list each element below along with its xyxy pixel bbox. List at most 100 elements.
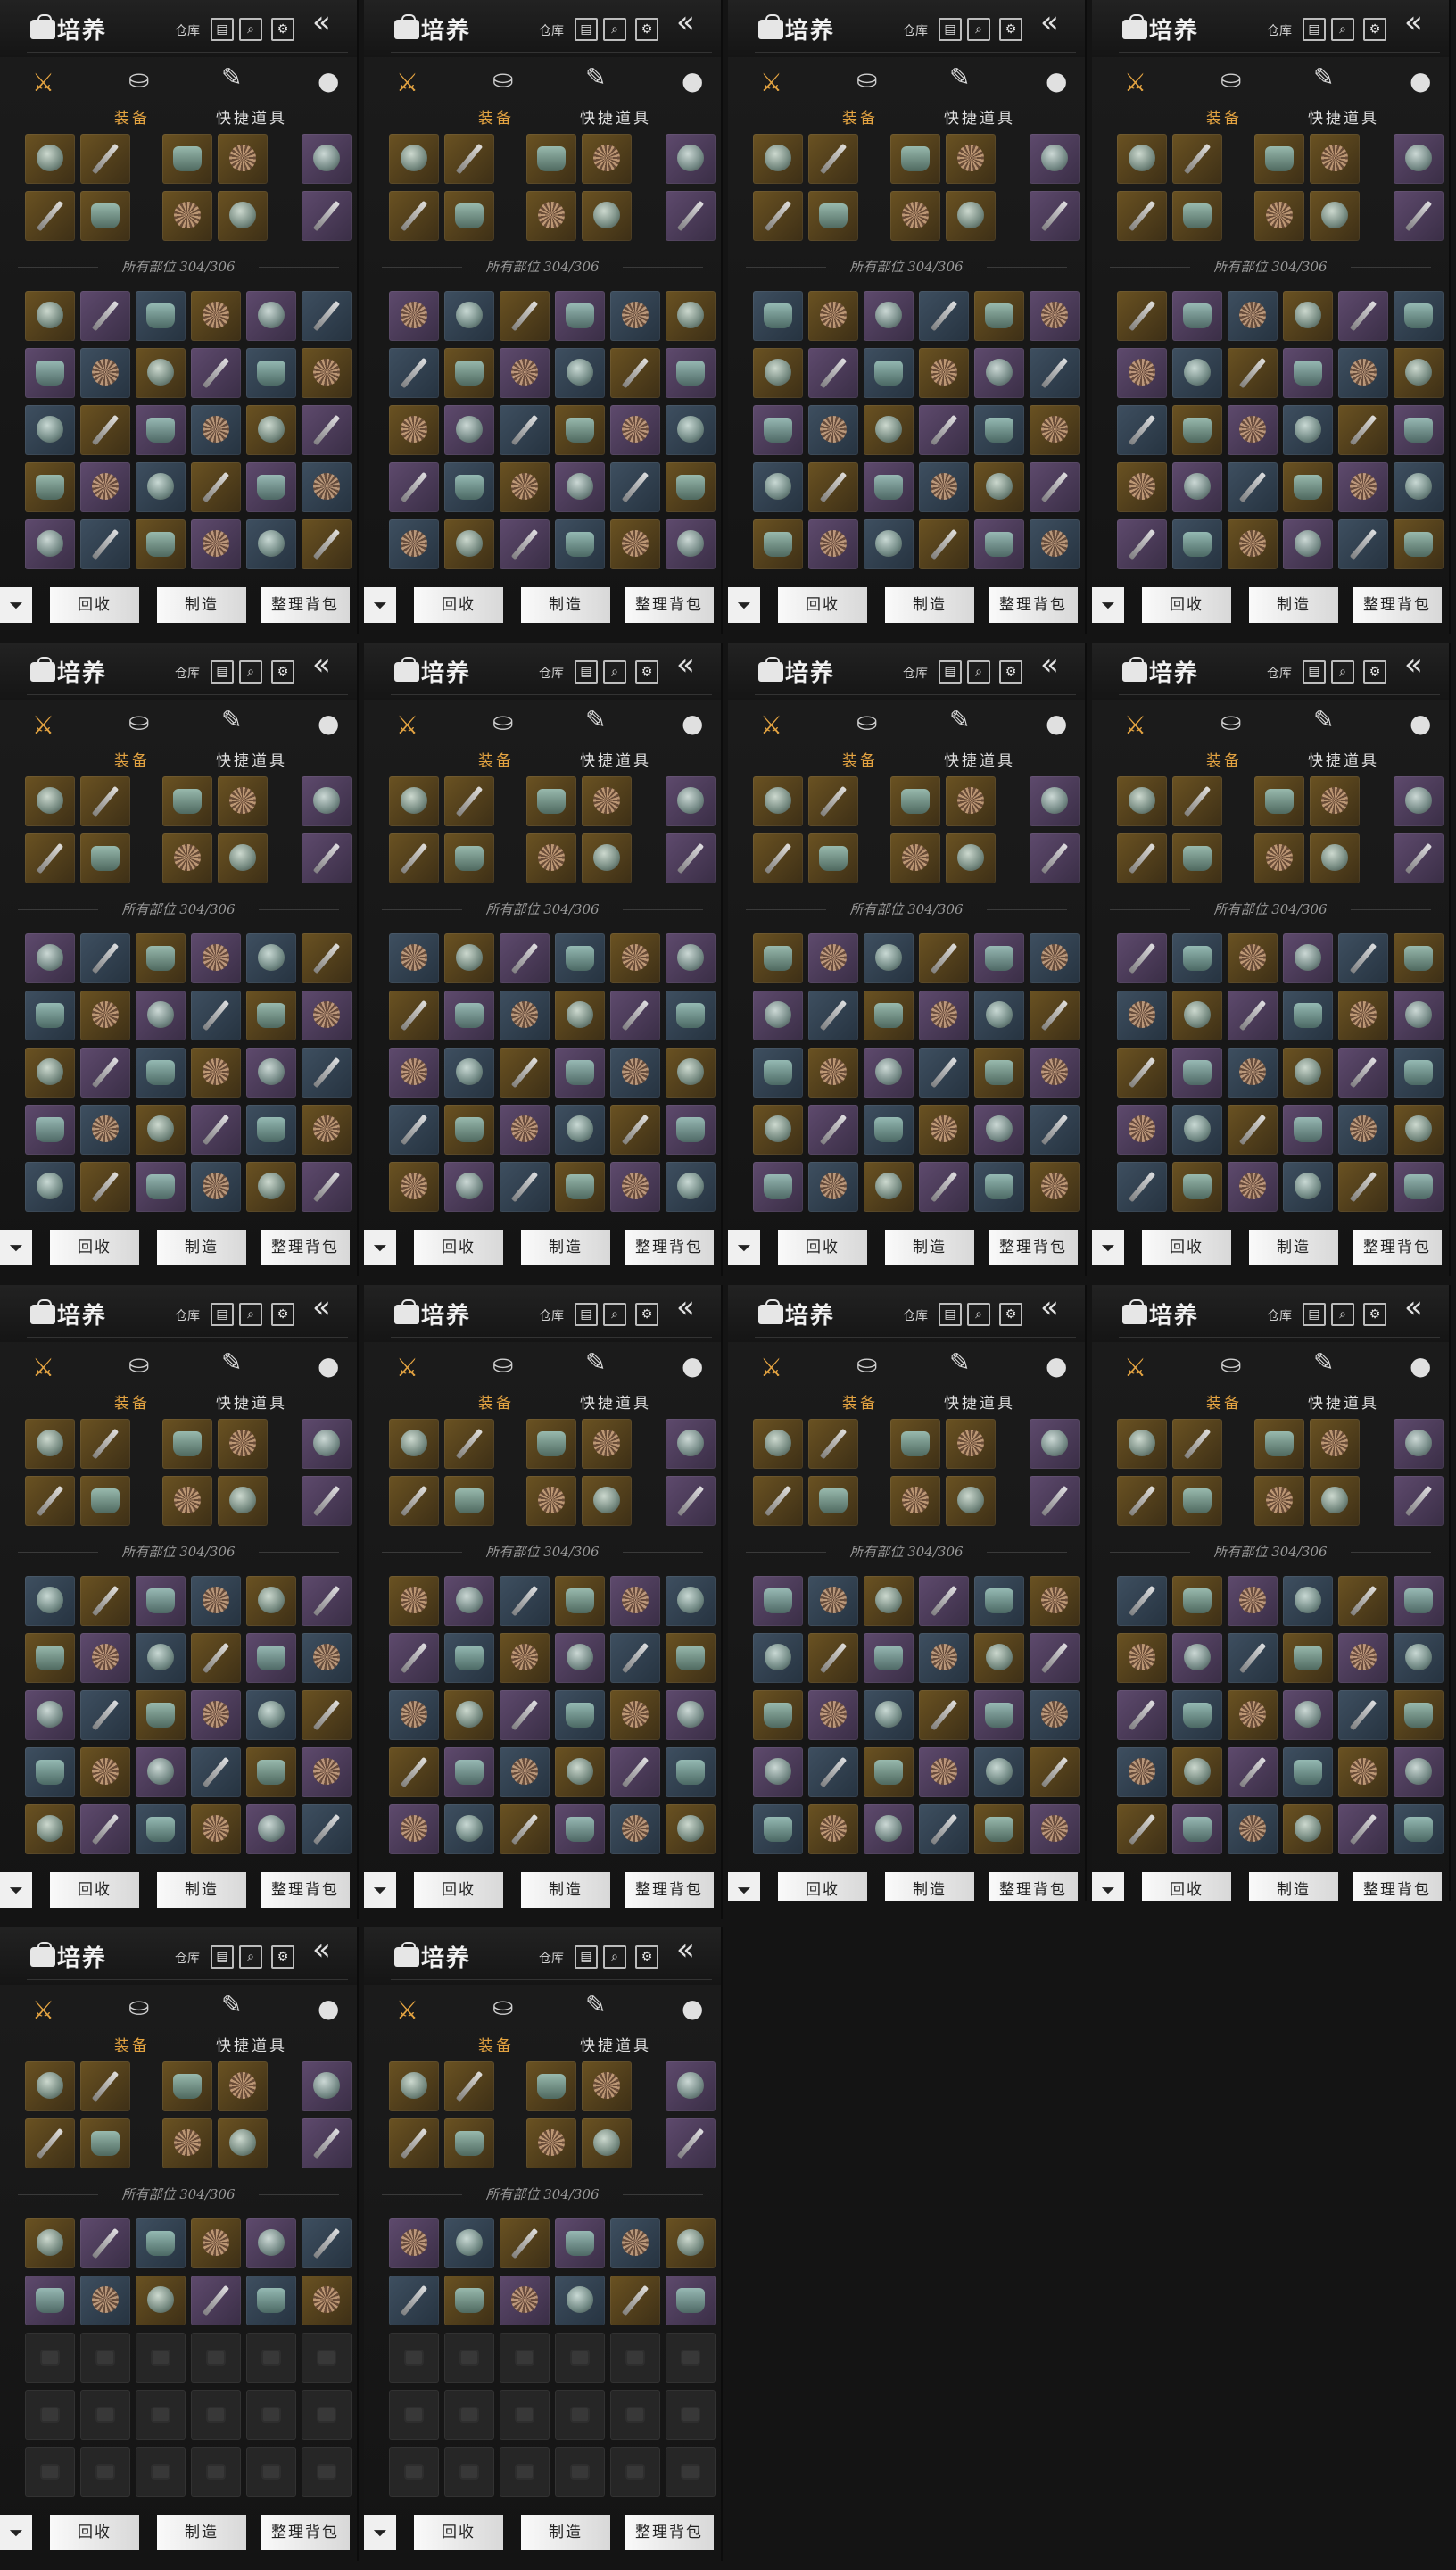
inventory-slot[interactable] [1394, 1576, 1444, 1626]
inventory-slot[interactable] [1030, 291, 1080, 341]
inventory-slot[interactable] [444, 1804, 494, 1854]
inventory-slot[interactable] [302, 1690, 352, 1740]
equipped-slot[interactable] [1310, 1419, 1360, 1469]
equipped-slot[interactable] [582, 134, 632, 184]
equipped-slot[interactable] [162, 1419, 212, 1469]
tab-quick-items[interactable]: 快捷道具 [944, 1390, 1015, 1413]
equipped-slot[interactable] [25, 191, 75, 241]
scroll-icon[interactable]: ✎ [221, 1347, 242, 1377]
inventory-slot[interactable] [444, 2390, 494, 2440]
token-icon[interactable]: ● [1046, 709, 1067, 738]
tab-quick-items[interactable]: 快捷道具 [580, 1390, 651, 1413]
equipped-slot[interactable] [1394, 833, 1444, 883]
inventory-slot[interactable] [1394, 1633, 1444, 1683]
inventory-slot[interactable] [389, 1576, 439, 1626]
inventory-slot[interactable] [555, 462, 605, 512]
token-icon[interactable]: ● [318, 1994, 339, 2023]
inventory-slot[interactable] [136, 1690, 186, 1740]
scroll-icon[interactable]: ✎ [221, 705, 242, 734]
inventory-slot[interactable] [389, 519, 439, 569]
recycle-button[interactable]: 回收 [414, 1872, 503, 1908]
inventory-slot[interactable] [136, 2333, 186, 2383]
inventory-slot[interactable] [191, 462, 241, 512]
inventory-slot[interactable] [136, 991, 186, 1040]
token-icon[interactable]: ● [1410, 66, 1431, 95]
inventory-slot[interactable] [666, 2333, 716, 2383]
equipped-slot[interactable] [1254, 776, 1304, 826]
inventory-slot[interactable] [389, 1690, 439, 1740]
inventory-slot[interactable] [389, 1633, 439, 1683]
inventory-slot[interactable] [1228, 1633, 1278, 1683]
inventory-slot[interactable] [610, 933, 660, 983]
inventory-slot[interactable] [1228, 462, 1278, 512]
inventory-slot[interactable] [389, 1747, 439, 1797]
inventory-slot[interactable] [25, 462, 75, 512]
inventory-slot[interactable] [80, 2447, 130, 2497]
inventory-slot[interactable] [80, 291, 130, 341]
inventory-slot[interactable] [864, 1048, 914, 1098]
inventory-slot[interactable] [1338, 405, 1388, 455]
crossed-swords-icon[interactable]: ⚔ [32, 710, 54, 740]
inventory-slot[interactable] [1030, 1804, 1080, 1854]
inventory-slot[interactable] [919, 1048, 969, 1098]
search-button[interactable]: ⌕ [967, 18, 990, 41]
inventory-slot[interactable] [500, 291, 550, 341]
inventory-slot[interactable] [191, 1048, 241, 1098]
back-icon[interactable]: « [676, 1935, 717, 1970]
craft-button[interactable]: 制造 [157, 587, 246, 623]
equipped-slot[interactable] [389, 2118, 439, 2168]
token-icon[interactable]: ● [682, 709, 703, 738]
equipped-slot[interactable] [80, 134, 130, 184]
inventory-slot[interactable] [555, 2390, 605, 2440]
equipped-slot[interactable] [218, 134, 268, 184]
inventory-slot[interactable] [1283, 519, 1333, 569]
inventory-slot[interactable] [555, 1804, 605, 1854]
inventory-slot[interactable] [1030, 1105, 1080, 1155]
inventory-slot[interactable] [1172, 348, 1222, 398]
warehouse-button[interactable]: ▤ [575, 1303, 598, 1326]
inventory-slot[interactable] [191, 1690, 241, 1740]
equipped-slot[interactable] [808, 776, 858, 826]
filter-button[interactable]: ⏷ [0, 1872, 32, 1908]
equipped-slot[interactable] [666, 191, 716, 241]
inventory-slot[interactable] [610, 405, 660, 455]
inventory-slot[interactable] [666, 2218, 716, 2268]
inventory-slot[interactable] [1228, 291, 1278, 341]
inventory-slot[interactable] [1117, 348, 1167, 398]
inventory-slot[interactable] [555, 291, 605, 341]
inventory-slot[interactable] [1228, 519, 1278, 569]
equipped-slot[interactable] [218, 2061, 268, 2111]
inventory-slot[interactable] [136, 933, 186, 983]
inventory-slot[interactable] [666, 2447, 716, 2497]
tab-quick-items[interactable]: 快捷道具 [1308, 1390, 1379, 1413]
inventory-slot[interactable] [136, 1633, 186, 1683]
inventory-slot[interactable] [610, 1048, 660, 1098]
back-icon[interactable]: « [1040, 650, 1081, 685]
inventory-slot[interactable] [246, 1162, 296, 1212]
inventory-slot[interactable] [389, 348, 439, 398]
filter-button[interactable]: ⏷ [728, 1230, 760, 1265]
tab-quick-items[interactable]: 快捷道具 [216, 1390, 287, 1413]
inventory-slot[interactable] [1172, 405, 1222, 455]
inventory-slot[interactable] [808, 1105, 858, 1155]
sort-bag-button[interactable]: 整理背包 [261, 1872, 350, 1908]
tab-equipment[interactable]: 装备 [114, 1390, 150, 1413]
inventory-slot[interactable] [500, 933, 550, 983]
equipped-slot[interactable] [946, 134, 996, 184]
equipped-slot[interactable] [1030, 1476, 1080, 1526]
inventory-slot[interactable] [389, 1048, 439, 1098]
inventory-slot[interactable] [1030, 462, 1080, 512]
back-icon[interactable]: « [1404, 1292, 1445, 1328]
equipped-slot[interactable] [302, 1419, 352, 1469]
inventory-slot[interactable] [246, 2390, 296, 2440]
inventory-slot[interactable] [974, 1747, 1024, 1797]
recycle-button[interactable]: 回收 [778, 1230, 867, 1265]
sort-bag-button[interactable]: 整理背包 [625, 587, 714, 623]
inventory-slot[interactable] [302, 405, 352, 455]
inventory-slot[interactable] [753, 1747, 803, 1797]
inventory-slot[interactable] [974, 348, 1024, 398]
search-button[interactable]: ⌕ [239, 660, 262, 684]
equipped-slot[interactable] [946, 833, 996, 883]
equipped-slot[interactable] [753, 191, 803, 241]
inventory-slot[interactable] [246, 519, 296, 569]
